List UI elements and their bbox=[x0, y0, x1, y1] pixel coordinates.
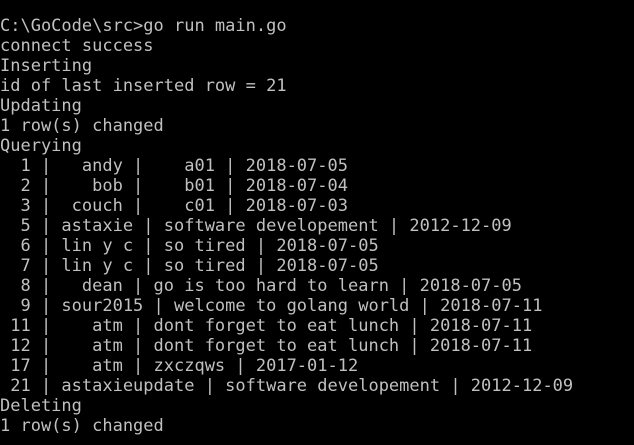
query-row: 7 | lin y c | so tired | 2018-07-05 bbox=[0, 256, 379, 276]
query-row: 3 | couch | c01 | 2018-07-03 bbox=[0, 196, 348, 216]
command-line: C:\GoCode\src>go run main.go bbox=[0, 16, 287, 36]
output-line-last-id: id of last inserted row = 21 bbox=[0, 76, 287, 96]
output-line-connect: connect success bbox=[0, 36, 154, 56]
query-row: 5 | astaxie | software developement | 20… bbox=[0, 216, 512, 236]
query-row: 2 | bob | b01 | 2018-07-04 bbox=[0, 176, 348, 196]
output-line-deleting: Deleting bbox=[0, 396, 82, 416]
output-line-updating: Updating bbox=[0, 96, 82, 116]
output-line-querying: Querying bbox=[0, 136, 82, 156]
terminal-window[interactable]: C:\GoCode\src>go run main.go connect suc… bbox=[0, 0, 634, 445]
query-row: 12 | atm | dont forget to eat lunch | 20… bbox=[0, 336, 533, 356]
output-line-inserting: Inserting bbox=[0, 56, 93, 76]
query-row: 11 | atm | dont forget to eat lunch | 20… bbox=[0, 316, 533, 336]
query-row: 1 | andy | a01 | 2018-07-05 bbox=[0, 156, 348, 176]
query-row: 21 | astaxieupdate | software developeme… bbox=[0, 376, 574, 396]
query-row: 17 | atm | zxczqws | 2017-01-12 bbox=[0, 356, 359, 376]
query-row: 6 | lin y c | so tired | 2018-07-05 bbox=[0, 236, 379, 256]
output-line-rows-changed: 1 row(s) changed bbox=[0, 116, 164, 136]
query-row: 9 | sour2015 | welcome to golang world |… bbox=[0, 296, 543, 316]
output-line-rows-changed-final: 1 row(s) changed bbox=[0, 416, 164, 436]
query-row: 8 | dean | go is too hard to learn | 201… bbox=[0, 276, 522, 296]
